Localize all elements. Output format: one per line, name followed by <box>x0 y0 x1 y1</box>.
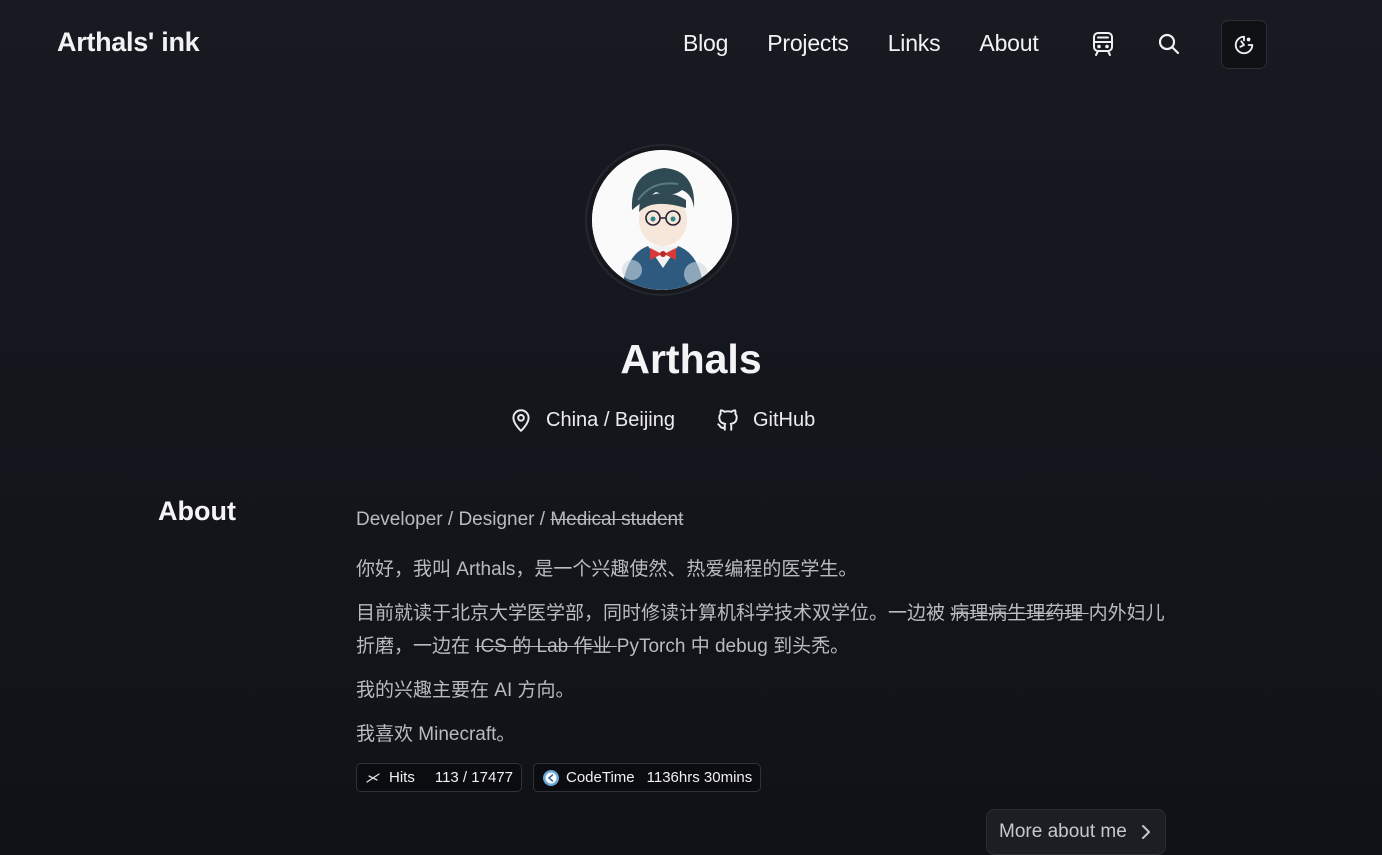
nav-links[interactable]: Links <box>888 30 941 57</box>
github-label: GitHub <box>752 408 816 431</box>
hits-label: Hits <box>389 769 415 786</box>
hits-value: 113 / 17477 <box>434 769 513 786</box>
avatar-image <box>592 150 732 290</box>
nav-projects[interactable]: Projects <box>767 30 849 57</box>
main-nav: Blog Projects Links About <box>683 30 1078 57</box>
chevron-right-icon <box>1141 825 1150 839</box>
codetime-badge[interactable]: CodeTime 1136hrs 30mins <box>532 763 762 792</box>
nav-about[interactable]: About <box>979 30 1038 57</box>
tagline-struck: Medical student <box>550 509 684 530</box>
about-paragraph: 我喜欢 Minecraft。 <box>356 724 516 745</box>
profile-meta: China / Beijing GitHub <box>508 407 815 433</box>
more-about-me-button[interactable]: More about me <box>986 809 1166 855</box>
badges: Hits 113 / 17477 CodeTime 1136hrs 30mins <box>356 763 762 792</box>
theme-toggle-icon <box>1234 35 1254 54</box>
location-pin-icon <box>512 409 530 432</box>
about-paragraph: 目前就读于北京大学医学部，同时修读计算机科学技术双学位。一边被 病理病生理药理 … <box>356 597 1166 663</box>
location: China / Beijing <box>508 407 675 433</box>
location-text: China / Beijing <box>546 408 675 431</box>
profile-name: Arthals <box>620 336 762 382</box>
about-tagline: Developer / Designer / Medical student <box>356 503 1166 536</box>
about-heading: About <box>158 496 236 526</box>
about-paragraph: 你好，我叫 Arthals，是一个兴趣使然、热爱编程的医学生。 <box>356 559 858 580</box>
github-link[interactable]: GitHub <box>715 407 815 433</box>
tagline-text: Developer / Designer / <box>356 509 551 530</box>
avatar <box>585 144 739 296</box>
site-title[interactable]: Arthals' ink <box>57 27 200 58</box>
site-header: Arthals' ink Blog Projects Links About <box>0 0 1382 90</box>
train-icon[interactable] <box>1090 30 1116 58</box>
p2-struck: ICS 的 Lab 作业 <box>475 636 617 657</box>
codetime-label: CodeTime <box>565 769 635 786</box>
about-paragraph: 我的兴趣主要在 AI 方向。 <box>356 680 575 701</box>
github-icon <box>717 409 738 431</box>
nav-blog[interactable]: Blog <box>683 30 728 57</box>
p2-text: PyTorch 中 debug 到头秃。 <box>616 636 850 657</box>
more-about-me-label: More about me <box>999 821 1127 842</box>
hits-badge[interactable]: Hits 113 / 17477 <box>356 763 522 792</box>
search-icon[interactable] <box>1156 30 1182 58</box>
about-body: Developer / Designer / Medical student 你… <box>356 503 1166 762</box>
theme-toggle-button[interactable] <box>1221 20 1267 69</box>
hits-icon <box>366 772 380 783</box>
p2-text: 目前就读于北京大学医学部，同时修读计算机科学技术双学位。一边被 <box>356 603 951 624</box>
codetime-icon <box>542 769 559 786</box>
codetime-value: 1136hrs 30mins <box>646 769 753 786</box>
p2-struck: 病理病生理药理 <box>950 603 1089 624</box>
